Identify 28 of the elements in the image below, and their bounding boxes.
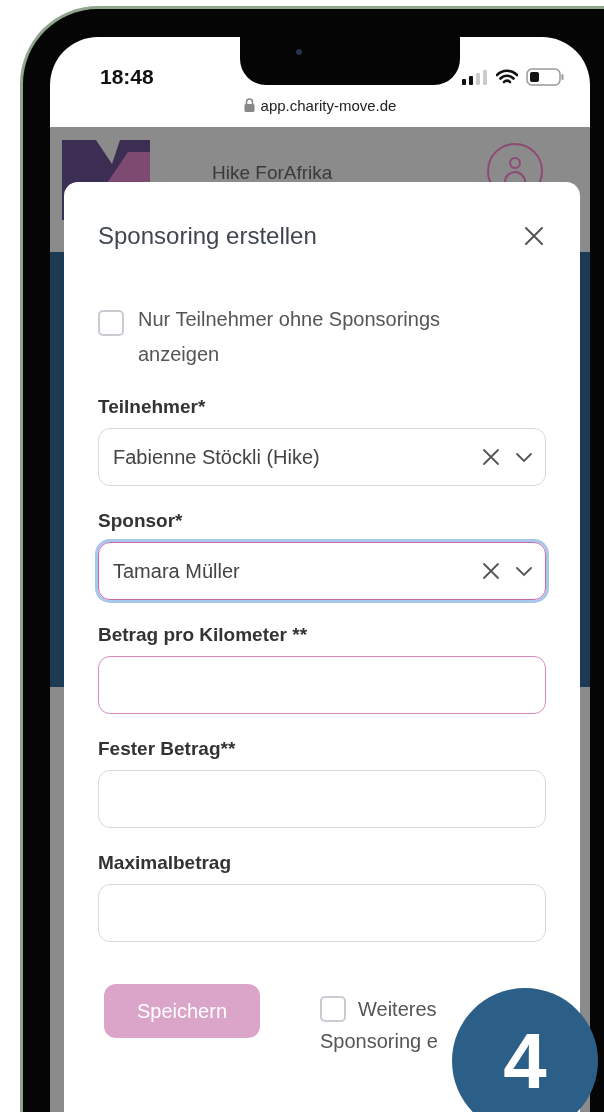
clear-icon[interactable]	[481, 447, 501, 467]
checkbox-label: Weiteres	[358, 997, 437, 1021]
close-icon[interactable]	[522, 224, 546, 248]
signal-icon	[462, 69, 488, 85]
field-label: Maximalbetrag	[98, 852, 233, 875]
input-field[interactable]	[98, 656, 546, 714]
lock-icon	[243, 98, 255, 112]
status-time: 18:48	[100, 65, 154, 89]
address-text[interactable]: app.charity-move.de	[260, 96, 397, 114]
dialog-title: Sponsoring erstellen	[98, 222, 317, 250]
input-field[interactable]	[98, 884, 546, 942]
checkbox[interactable]	[98, 310, 124, 336]
field-label: Teilnehmer*	[98, 396, 207, 419]
wifi-icon	[496, 69, 518, 85]
chevron-down-icon[interactable]	[515, 451, 533, 463]
event-title: Hike ForAfrika	[212, 162, 333, 184]
select-field[interactable]: Fabienne Stöckli (Hike)	[98, 428, 546, 486]
select-field[interactable]: Tamara Müller	[98, 542, 546, 600]
clear-icon[interactable]	[481, 561, 501, 581]
field-label: Fester Betrag**	[98, 738, 237, 761]
checkbox[interactable]	[320, 996, 346, 1022]
checkbox-label: Nur Teilnehmer ohne Sponsorings anzeigen	[138, 307, 442, 367]
chevron-down-icon[interactable]	[515, 565, 533, 577]
field-label: Sponsor*	[98, 510, 184, 533]
field-label: Betrag pro Kilometer **	[98, 624, 309, 647]
battery-icon	[526, 68, 564, 86]
checkbox-label: Sponsoring e	[320, 1030, 438, 1053]
input-field[interactable]	[98, 770, 546, 828]
